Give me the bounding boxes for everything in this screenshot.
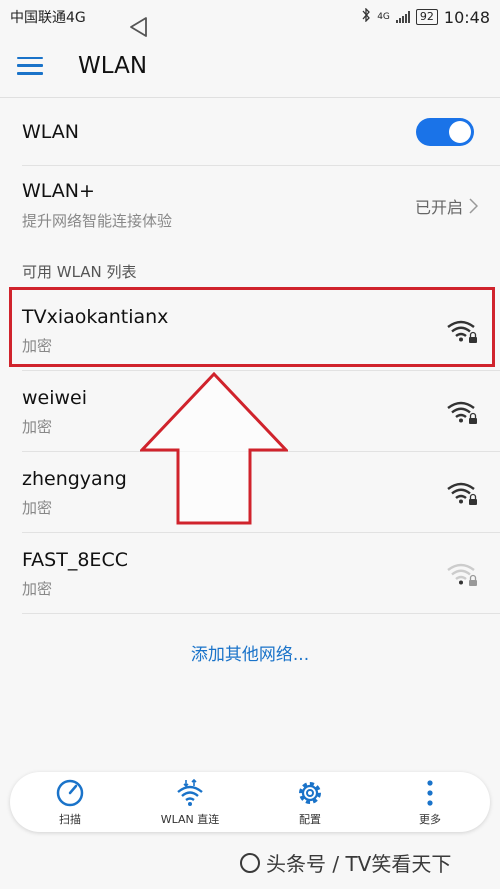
network-name: TVxiaokantianx <box>22 306 169 328</box>
tab-scan[interactable]: 扫描 <box>22 778 118 827</box>
tab-wifi-direct-label: WLAN 直连 <box>160 812 220 826</box>
back-icon[interactable] <box>128 16 150 38</box>
add-network-link[interactable]: 添加其他网络... <box>0 640 500 665</box>
up-arrow-annotation <box>140 372 288 525</box>
bluetooth-icon <box>361 7 371 26</box>
divider <box>22 613 500 614</box>
scan-icon <box>56 779 84 806</box>
network-row[interactable]: TVxiaokantianx 加密 <box>0 290 500 370</box>
app-bar: WLAN <box>0 34 500 98</box>
switch-knob <box>449 121 471 143</box>
watermark: 头条号 / TV笑看天下 <box>240 848 451 877</box>
bottom-action-bar: 扫描 WLAN 直连 配置 更多 <box>10 772 490 832</box>
watermark-logo-icon <box>240 852 260 873</box>
wlan-plus-row[interactable]: WLAN+ 提升网络智能连接体验 已开启 <box>0 166 500 246</box>
wlan-switch[interactable] <box>416 118 474 146</box>
network-security: 加密 <box>22 337 53 355</box>
tab-config[interactable]: 配置 <box>262 778 358 827</box>
tab-wifi-direct[interactable]: WLAN 直连 <box>142 778 238 827</box>
wifi-locked-icon <box>447 482 477 505</box>
more-icon <box>427 779 433 806</box>
network-row[interactable]: FAST_8ECC 加密 <box>0 533 500 613</box>
wlan-toggle-row[interactable]: WLAN <box>0 99 500 165</box>
page-title: WLAN <box>78 52 148 79</box>
wifi-direct-icon <box>177 778 203 806</box>
wlan-plus-status-text: 已开启 <box>414 198 463 217</box>
carrier-label: 中国联通4G <box>10 10 86 26</box>
signal-icon <box>395 11 410 23</box>
wifi-weak-locked-icon <box>447 563 477 586</box>
clock: 10:48 <box>443 7 490 27</box>
status-bar: 中国联通4G 4G 92 10:48 <box>0 0 500 34</box>
chevron-right-icon <box>469 198 478 214</box>
gear-icon <box>299 781 321 804</box>
hamburger-icon <box>17 56 43 75</box>
network-type-label: 4G <box>377 12 390 22</box>
tab-more[interactable]: 更多 <box>382 778 478 827</box>
network-name: FAST_8ECC <box>22 549 128 571</box>
tab-config-label: 配置 <box>299 812 321 826</box>
menu-button[interactable] <box>0 34 60 98</box>
wifi-locked-icon <box>447 320 477 343</box>
network-security: 加密 <box>22 580 53 598</box>
status-icons: 4G 92 10:48 <box>361 7 490 27</box>
battery-icon: 92 <box>415 9 438 25</box>
wlan-plus-status: 已开启 <box>415 194 478 218</box>
wifi-locked-icon <box>447 401 477 424</box>
tab-more-label: 更多 <box>419 812 441 826</box>
networks-section-header: 可用 WLAN 列表 <box>22 263 137 281</box>
watermark-text: 头条号 / TV笑看天下 <box>266 852 452 876</box>
tab-scan-label: 扫描 <box>59 812 81 826</box>
